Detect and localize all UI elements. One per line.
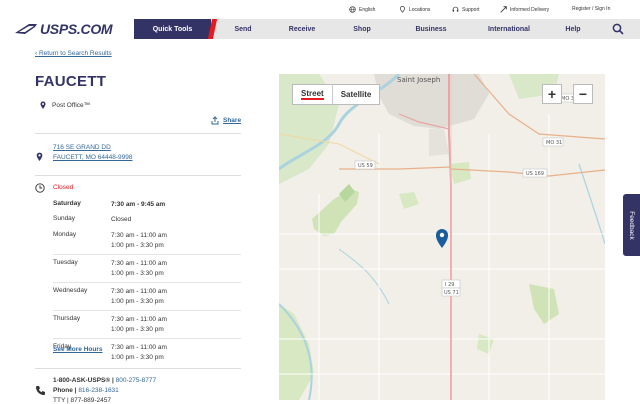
informed-delivery-icon	[500, 6, 507, 13]
zoom-in-button[interactable]: +	[542, 84, 562, 104]
clock-icon	[35, 183, 45, 193]
map-road-label: MO 31	[546, 140, 562, 146]
map-type-toggle: Street Satellite	[292, 84, 381, 105]
hours-day: Thursday	[53, 315, 81, 322]
location-type: Post Office™	[40, 101, 90, 109]
hours-table: Saturday 7:30 am - 9:45 am Sunday Closed…	[53, 200, 243, 363]
phone-icon	[36, 386, 45, 395]
headset-icon	[452, 6, 459, 12]
location-type-label: Post Office™	[52, 101, 91, 109]
phone-line-1: 1-800-ASK-USPS® | 800-275-8777	[53, 377, 157, 384]
divider	[35, 133, 241, 134]
hours-row: Monday 7:30 am - 11:00 am 1:00 pm - 3:30…	[53, 231, 243, 251]
nav-tab-international[interactable]: International	[471, 19, 547, 39]
hours-time: 1:00 pm - 3:30 pm	[111, 354, 164, 361]
hours-row: Tuesday 7:30 am - 11:00 am 1:00 pm - 3:3…	[53, 259, 243, 279]
feedback-label: Feedback	[628, 210, 636, 240]
hours-time: 7:30 am - 11:00 am	[111, 232, 167, 239]
locations-label: Locations	[409, 6, 431, 13]
hours-time: 1:00 pm - 3:30 pm	[111, 242, 164, 249]
usps-logo[interactable]: USPS.COM	[15, 20, 113, 38]
logo-text: USPS.COM	[40, 21, 113, 37]
divider	[35, 175, 241, 176]
support-label: Support	[462, 6, 480, 13]
phone-label-1: 1-800-ASK-USPS®	[53, 377, 111, 384]
utility-bar: English Locations Support Informed Deliv…	[0, 0, 640, 19]
map-road-label: US 169	[526, 171, 544, 177]
map-city-label: Saint Joseph	[397, 76, 440, 84]
map-road-label: I 29	[445, 282, 454, 288]
location-pin-icon	[400, 6, 405, 13]
hours-time: 7:30 am - 11:00 am	[111, 316, 167, 323]
hours-time: 7:30 am - 11:00 am	[111, 344, 167, 351]
address-link[interactable]: 716 SE GRAND DD FAUCETT, MO 64448-9998	[53, 143, 132, 163]
nav-tab-quick-tools[interactable]: Quick Tools	[134, 19, 211, 39]
map-road-label: US 71	[444, 290, 459, 296]
phone-label-2: Phone	[53, 387, 73, 394]
nav-tab-receive[interactable]: Receive	[271, 19, 333, 39]
share-label: Share	[223, 117, 242, 124]
share-icon	[211, 116, 219, 125]
eagle-logo-icon	[15, 24, 37, 34]
tty-line: TTY | 877-889-2457	[53, 397, 111, 404]
map-street-button[interactable]: Street	[293, 85, 333, 104]
return-to-search-link[interactable]: ‹ Return to Search Results	[35, 50, 112, 57]
globe-icon	[349, 6, 356, 13]
see-more-hours-link[interactable]: See More Hours	[53, 346, 103, 353]
divider	[53, 338, 241, 339]
hours-time: 1:00 pm - 3:30 pm	[111, 270, 164, 277]
map-satellite-button[interactable]: Satellite	[333, 85, 380, 104]
divider	[35, 368, 241, 369]
informed-delivery-link[interactable]: Informed Delivery	[500, 6, 549, 13]
hours-row: Sunday Closed	[53, 215, 243, 225]
hours-day: Wednesday	[53, 287, 88, 294]
informed-delivery-label: Informed Delivery	[510, 6, 550, 13]
language-link[interactable]: English	[349, 6, 375, 13]
hours-time: 1:00 pm - 3:30 pm	[111, 298, 164, 305]
map-road-label: US 59	[358, 163, 373, 169]
nav-tab-business[interactable]: Business	[391, 19, 471, 39]
nav-tab-shop[interactable]: Shop	[333, 19, 391, 39]
hours-time: 7:30 am - 11:00 am	[111, 288, 167, 295]
hours-day: Sunday	[53, 215, 76, 222]
nav-tab-help[interactable]: Help	[547, 19, 599, 39]
address-pin-icon	[36, 152, 43, 161]
phone-number-link[interactable]: 816-238-1631	[78, 387, 118, 394]
location-pin-icon	[40, 101, 46, 109]
feedback-tab[interactable]: Feedback	[623, 194, 640, 256]
map-view[interactable]: Saint Joseph US 59 US 169 MO 31 I 29 US …	[279, 74, 605, 400]
search-icon[interactable]	[612, 23, 624, 35]
hours-row: Thursday 7:30 am - 11:00 am 1:00 pm - 3:…	[53, 315, 243, 335]
map-canvas: Saint Joseph US 59 US 169 MO 31 I 29 US …	[279, 74, 605, 400]
hours-time: 1:00 pm - 3:30 pm	[111, 326, 164, 333]
divider	[53, 254, 241, 255]
divider	[53, 282, 241, 283]
main-nav: Quick Tools Send Receive Shop Business I…	[134, 19, 640, 39]
street-label: Street	[301, 89, 324, 100]
phone-number-link[interactable]: 800-275-8777	[116, 377, 156, 384]
divider	[53, 310, 241, 311]
hours-time: 7:30 am - 9:45 am	[111, 201, 166, 208]
phone-line-2: Phone | 816-238-1631	[53, 387, 119, 394]
hours-row: Saturday 7:30 am - 9:45 am	[53, 200, 243, 210]
hours-day: Saturday	[53, 200, 81, 207]
hours-time: Closed	[111, 216, 132, 223]
hours-row: Wednesday 7:30 am - 11:00 am 1:00 pm - 3…	[53, 287, 243, 307]
nav-tab-send[interactable]: Send	[215, 19, 271, 39]
status-badge: Closed	[53, 184, 74, 191]
address-line-2: FAUCETT, MO 64448-9998	[53, 154, 133, 161]
register-label: Register / Sign In	[572, 6, 611, 12]
address-line-1: 716 SE GRAND DD	[53, 144, 111, 151]
locations-link[interactable]: Locations	[399, 6, 430, 13]
hours-day: Tuesday	[53, 259, 78, 266]
hours-day: Monday	[53, 231, 77, 238]
language-label: English	[359, 6, 376, 13]
share-button[interactable]: Share	[211, 116, 241, 125]
support-link[interactable]: Support	[452, 6, 480, 13]
page-title: FAUCETT	[35, 73, 107, 90]
register-sign-in-link[interactable]: Register / Sign In	[572, 6, 610, 12]
hours-time: 7:30 am - 11:00 am	[111, 260, 167, 267]
zoom-out-button[interactable]: −	[573, 84, 593, 104]
return-label: Return to Search Results	[38, 50, 112, 57]
